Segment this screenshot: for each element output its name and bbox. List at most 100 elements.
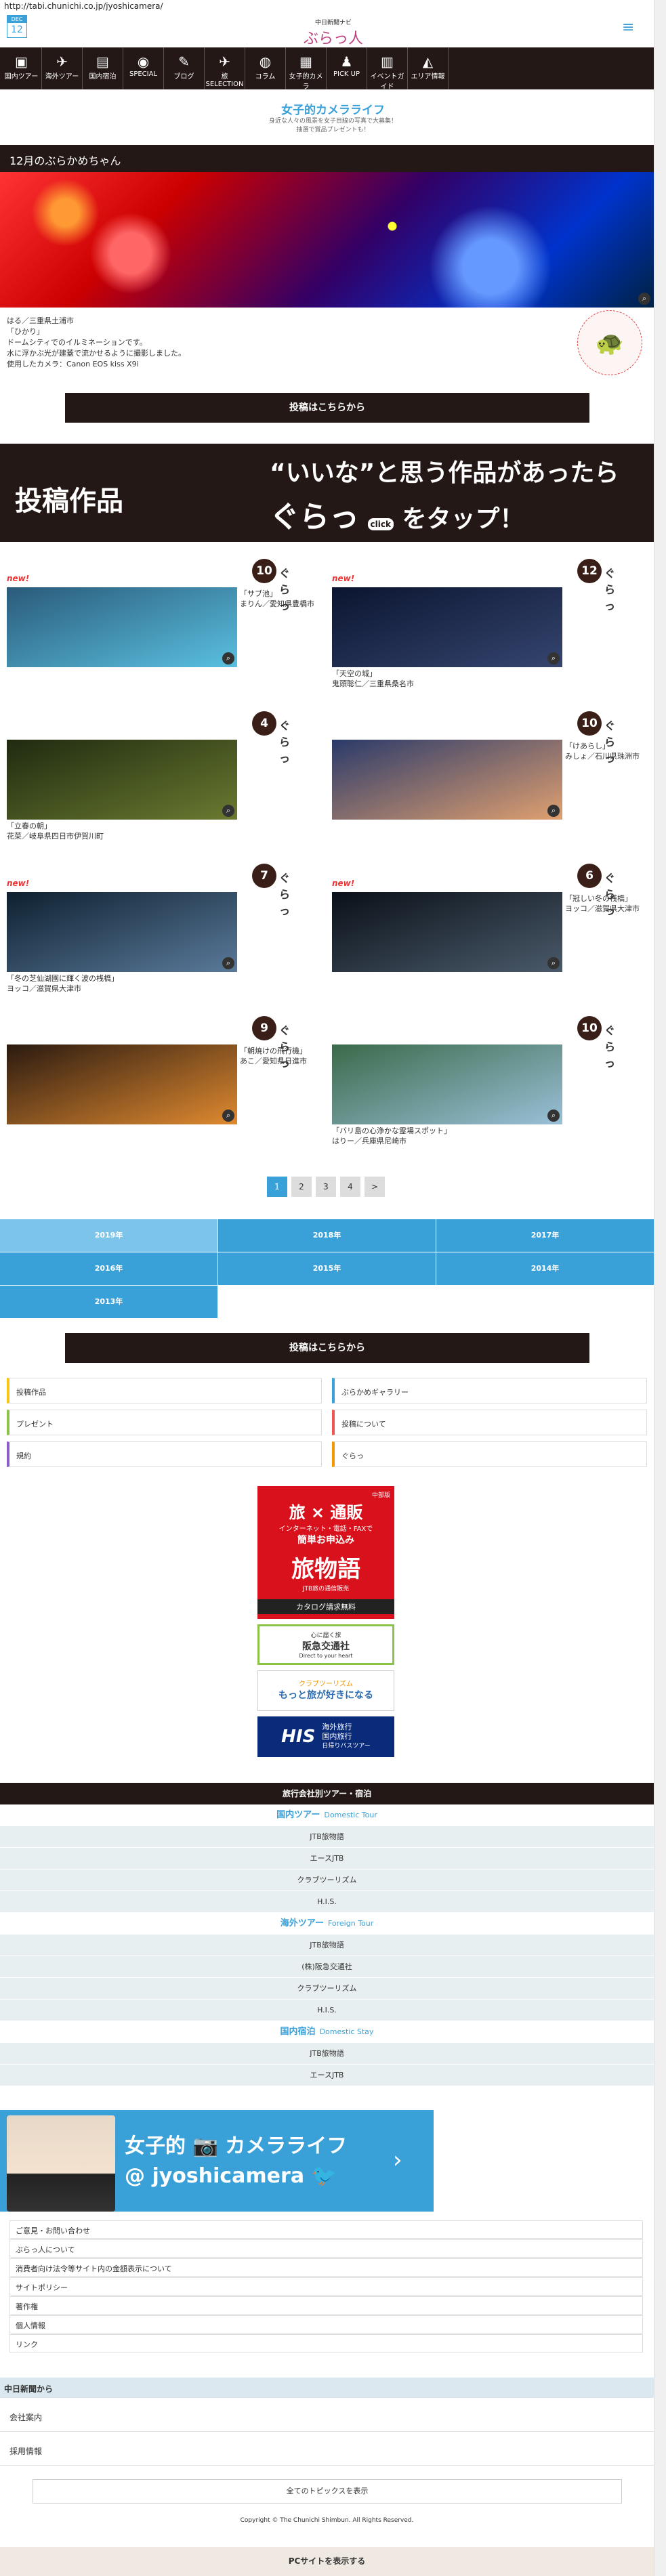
category-link[interactable]: 投稿について <box>332 1410 647 1435</box>
photo-thumb[interactable]: ⌕ <box>7 587 237 667</box>
photo-thumb[interactable]: ⌕ <box>7 892 237 972</box>
zoom-icon[interactable]: ⌕ <box>222 805 234 817</box>
category-link[interactable]: 規約 <box>7 1441 322 1467</box>
jtb-ad-l1: 旅 × 通販 <box>289 1503 363 1522</box>
nav-item[interactable]: ✎ ブログ <box>164 47 205 89</box>
nav-item[interactable]: ◍ コラム <box>245 47 286 89</box>
zoom-icon[interactable]: ⌕ <box>547 805 560 817</box>
nav-item[interactable]: ◭ エリア情報 <box>408 47 449 89</box>
zoom-icon[interactable]: ⌕ <box>547 957 560 969</box>
photo-thumb[interactable]: ⌕ <box>332 587 562 667</box>
year-link[interactable]: 2017年 <box>436 1219 654 1252</box>
tour-row[interactable]: エースJTB <box>0 1848 654 1870</box>
footer-link[interactable]: 消費者向け法令等サイト内の金額表示について <box>9 2258 643 2277</box>
tour-row[interactable]: エースJTB <box>0 2065 654 2086</box>
photo-caption: 「天空の城」 鬼頭聡仁／三重県桑名市 <box>332 669 562 689</box>
photo-card: 10 ぐらっ ⌕ 「けあらし」 みしょ／石川県珠洲市 <box>332 711 640 847</box>
footer-link[interactable]: ご意見・お問い合わせ <box>9 2220 643 2239</box>
gura-button[interactable]: ぐらっ <box>604 1021 617 1070</box>
site-logo[interactable]: 中日新聞ナビ ぶらっ人 <box>279 18 388 47</box>
photo-thumb[interactable]: ⌕ <box>332 1044 562 1124</box>
footer-links: ご意見・お問い合わせ ぶらっ人について 消費者向け法令等サイト内の金額表示についてサ… <box>9 2220 643 2353</box>
caption-author: はりー／兵庫県尼崎市 <box>332 1137 407 1145</box>
all-topics-button[interactable]: 全てのトピックスを表示 <box>33 2479 622 2504</box>
nav-item[interactable]: ✈ 海外ツアー <box>42 47 83 89</box>
tour-row[interactable]: H.I.S. <box>0 1891 654 1913</box>
nav-item[interactable]: ✈ 旅SELECTION <box>205 47 245 89</box>
tour-row[interactable]: JTB旅物語 <box>0 1826 654 1848</box>
hero-photo[interactable]: ⌕ <box>0 172 654 308</box>
hankyu-l1: 阪急交通社 <box>302 1641 350 1652</box>
year-link[interactable]: 2014年 <box>436 1252 654 1285</box>
category-link[interactable]: ぶらかめギャラリー <box>332 1378 647 1403</box>
tour-row[interactable]: クラブツーリズム <box>0 1978 654 2000</box>
year-grid: 2019年 2018年 2017年 2016年 2015年 2014年 2013年 <box>0 1219 654 1318</box>
club-tourism-ad[interactable]: クラブツーリズム もっと旅が好きになる <box>257 1670 394 1711</box>
works-banner: 投稿作品 “いいな”と思う作品があったら ぐらっ click をタップ！ <box>0 444 654 542</box>
scrollbar[interactable] <box>654 0 666 2576</box>
chunichi-heading: 中日新聞から <box>0 2378 654 2398</box>
nav-item[interactable]: ▥ イベントガイド <box>367 47 408 91</box>
zoom-icon[interactable]: ⌕ <box>547 652 560 664</box>
footer-link[interactable]: 著作権 <box>9 2296 643 2315</box>
zoom-icon[interactable]: ⌕ <box>547 1110 560 1122</box>
copyright: Copyright © The Chunichi Shimbun. All Ri… <box>240 2517 414 2524</box>
footer-link[interactable]: サイトポリシー <box>9 2277 643 2296</box>
page-link[interactable]: 3 <box>316 1177 336 1197</box>
zoom-icon[interactable]: ⌕ <box>222 652 234 664</box>
his-ad[interactable]: HIS 海外旅行 国内旅行 日帰りバスツアー <box>257 1716 394 1757</box>
zoom-icon[interactable]: ⌕ <box>638 293 650 305</box>
page-link[interactable]: > <box>365 1177 385 1197</box>
pc-site-button[interactable]: PCサイトを表示する <box>0 2547 654 2576</box>
nav-item[interactable]: ◉ SPECIAL <box>123 47 164 89</box>
tour-row[interactable]: JTB旅物語 <box>0 2043 654 2065</box>
banner-left: 投稿作品 <box>15 486 123 517</box>
chunichi-company[interactable]: 会社案内 <box>0 2402 654 2432</box>
category-link[interactable]: 投稿作品 <box>7 1378 322 1403</box>
hankyu-ad[interactable]: 心に届く旅 阪急交通社 Direct to your heart <box>257 1624 394 1665</box>
category-link[interactable]: プレゼント <box>7 1410 322 1435</box>
date-badge: DEC 12 <box>7 15 27 38</box>
year-link[interactable]: 2019年 <box>0 1219 217 1252</box>
year-link[interactable]: 2015年 <box>218 1252 436 1285</box>
gura-button[interactable]: ぐらっ <box>604 564 617 613</box>
post-button-2[interactable]: 投稿はこちらから <box>65 1333 589 1363</box>
page-link[interactable]: 2 <box>291 1177 312 1197</box>
desc-line: はる／三重県土浦市 <box>7 316 74 325</box>
address-url: http://tabi.chunichi.co.jp/jyoshicamera/ <box>4 1 163 11</box>
year-link[interactable]: 2013年 <box>0 1286 217 1318</box>
nav-item[interactable]: ▣ 国内ツアー <box>1 47 42 89</box>
hamburger-icon[interactable]: ≡ <box>622 19 634 36</box>
footer-link[interactable]: リンク <box>9 2334 643 2352</box>
photo-thumb[interactable]: ⌕ <box>332 740 562 820</box>
page-link[interactable]: 1 <box>267 1177 287 1197</box>
photo-caption: 「サブ池」 まりん／愛知県豊橋市 <box>240 589 321 609</box>
footer-link[interactable]: ぶらっ人について <box>9 2239 643 2258</box>
nav-item[interactable]: ▤ 国内宿泊 <box>83 47 123 89</box>
zoom-icon[interactable]: ⌕ <box>222 1110 234 1122</box>
tour-row[interactable]: H.I.S. <box>0 2000 654 2021</box>
jtb-ad[interactable]: 中部版 旅 × 通販 インターネット・電話・FAXで 簡単お申込み 旅物語 JT… <box>257 1486 394 1619</box>
post-button[interactable]: 投稿はこちらから <box>65 393 589 423</box>
footer-link[interactable]: 個人情報 <box>9 2315 643 2334</box>
tour-row[interactable]: (株)阪急交通社 <box>0 1956 654 1978</box>
year-link[interactable]: 2018年 <box>218 1219 436 1252</box>
chunichi-recruit[interactable]: 採用情報 <box>0 2436 654 2466</box>
instagram-banner[interactable]: 女子的 📷 カメラライフ @ jyoshicamera 🐦 › <box>0 2110 434 2212</box>
nav-item[interactable]: ♟ PICK UP <box>327 47 367 89</box>
page-link[interactable]: 4 <box>340 1177 360 1197</box>
photo-thumb[interactable]: ⌕ <box>332 892 562 972</box>
tour-heading: 海外ツアー Foreign Tour <box>0 1913 654 1935</box>
photo-thumb[interactable]: ⌕ <box>7 1044 237 1124</box>
nav-item[interactable]: ▦ 女子的カメラ <box>286 47 327 91</box>
year-link[interactable]: 2016年 <box>0 1252 217 1285</box>
category-link[interactable]: ぐらっ <box>332 1441 647 1467</box>
zoom-icon[interactable]: ⌕ <box>222 957 234 969</box>
tagline: 女子的カメラライフ 身近な人々の風景を女子目線の写真で大募集！ 抽選で賞品プレゼ… <box>0 100 666 135</box>
click-badge: click <box>367 518 394 530</box>
photo-thumb[interactable]: ⌕ <box>7 740 237 820</box>
gura-button[interactable]: ぐらっ <box>279 717 291 765</box>
tour-row[interactable]: クラブツーリズム <box>0 1870 654 1891</box>
tour-row[interactable]: JTB旅物語 <box>0 1935 654 1956</box>
gura-button[interactable]: ぐらっ <box>279 869 291 918</box>
